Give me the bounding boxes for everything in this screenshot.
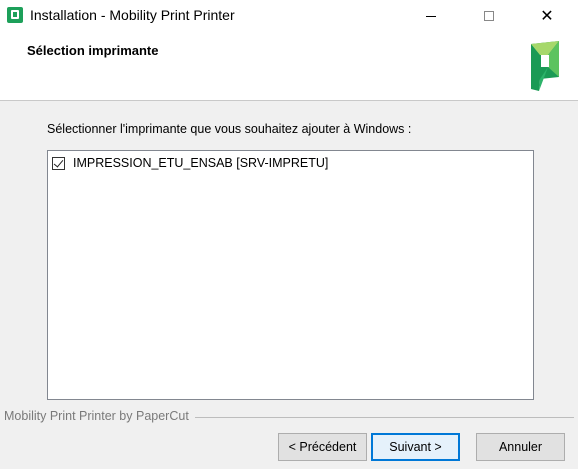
printer-checkbox[interactable] (52, 156, 65, 170)
window-title: Installation - Mobility Print Printer (30, 7, 235, 23)
footer-divider (190, 417, 574, 418)
minimize-icon (426, 15, 436, 17)
papercut-logo (531, 41, 559, 91)
printer-label: IMPRESSION_ETU_ENSAB [SRV-IMPRETU] (73, 156, 329, 170)
back-button[interactable]: < Précédent (278, 433, 367, 461)
minimize-button[interactable] (408, 0, 454, 32)
header-separator (0, 100, 578, 101)
page-title: Sélection imprimante (27, 43, 159, 58)
maximize-icon (484, 11, 494, 21)
maximize-button[interactable] (466, 0, 512, 32)
close-icon: ✕ (540, 6, 554, 25)
printer-list[interactable]: IMPRESSION_ETU_ENSAB [SRV-IMPRETU] (47, 150, 534, 400)
close-button[interactable]: ✕ (524, 0, 570, 32)
wizard-header: Sélection imprimante (0, 32, 578, 100)
papercut-app-icon (7, 7, 23, 23)
cancel-button[interactable]: Annuler (476, 433, 565, 461)
list-item[interactable]: IMPRESSION_ETU_ENSAB [SRV-IMPRETU] (52, 153, 328, 173)
instruction-text: Sélectionner l'imprimante que vous souha… (47, 122, 412, 136)
title-bar: Installation - Mobility Print Printer ✕ (0, 0, 578, 32)
branding-text: Mobility Print Printer by PaperCut (4, 409, 195, 423)
next-button[interactable]: Suivant > (371, 433, 460, 461)
